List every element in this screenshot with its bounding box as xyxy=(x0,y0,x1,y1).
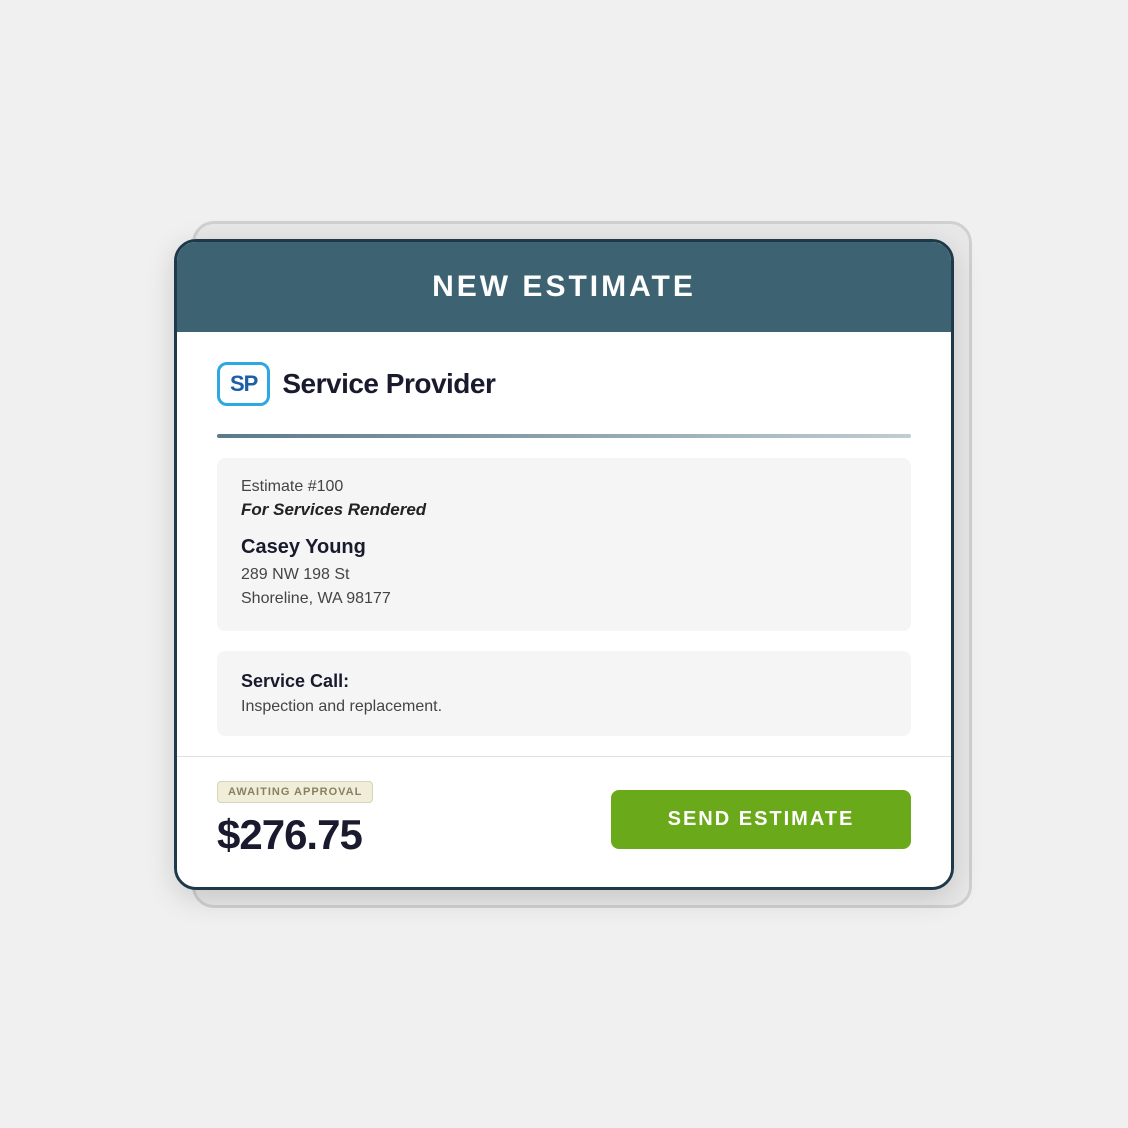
estimate-subtitle: For Services Rendered xyxy=(241,500,887,520)
logo-area: SP Service Provider xyxy=(217,362,911,406)
service-label: Service Call: xyxy=(241,671,887,692)
card-body: SP Service Provider Estimate #100 For Se… xyxy=(177,332,951,736)
service-box: Service Call: Inspection and replacement… xyxy=(217,651,911,736)
customer-address-line1: 289 NW 198 St xyxy=(241,563,887,587)
logo-company-name: Service Provider xyxy=(282,368,495,400)
send-estimate-button[interactable]: SEND ESTIMATE xyxy=(611,790,911,849)
card-container: NEW ESTIMATE SP Service Provider Estimat… xyxy=(174,239,954,890)
main-card: NEW ESTIMATE SP Service Provider Estimat… xyxy=(174,239,954,890)
estimate-info-box: Estimate #100 For Services Rendered Case… xyxy=(217,458,911,631)
estimate-number: Estimate #100 xyxy=(241,478,887,496)
customer-address-line2: Shoreline, WA 98177 xyxy=(241,587,887,611)
divider xyxy=(217,434,911,438)
logo-badge: SP xyxy=(217,362,270,406)
status-badge: AWAITING APPROVAL xyxy=(217,781,373,803)
card-header-title: NEW ESTIMATE xyxy=(217,270,911,304)
card-footer: AWAITING APPROVAL $276.75 SEND ESTIMATE xyxy=(177,756,951,887)
service-description: Inspection and replacement. xyxy=(241,698,887,716)
outer-wrapper: Customizable Template NEW ESTIMATE SP Se… xyxy=(114,114,1014,1014)
footer-left: AWAITING APPROVAL $276.75 xyxy=(217,781,373,859)
total-amount: $276.75 xyxy=(217,811,373,859)
card-header: NEW ESTIMATE xyxy=(177,242,951,332)
logo-badge-text: SP xyxy=(230,371,257,397)
customer-name: Casey Young xyxy=(241,536,887,559)
